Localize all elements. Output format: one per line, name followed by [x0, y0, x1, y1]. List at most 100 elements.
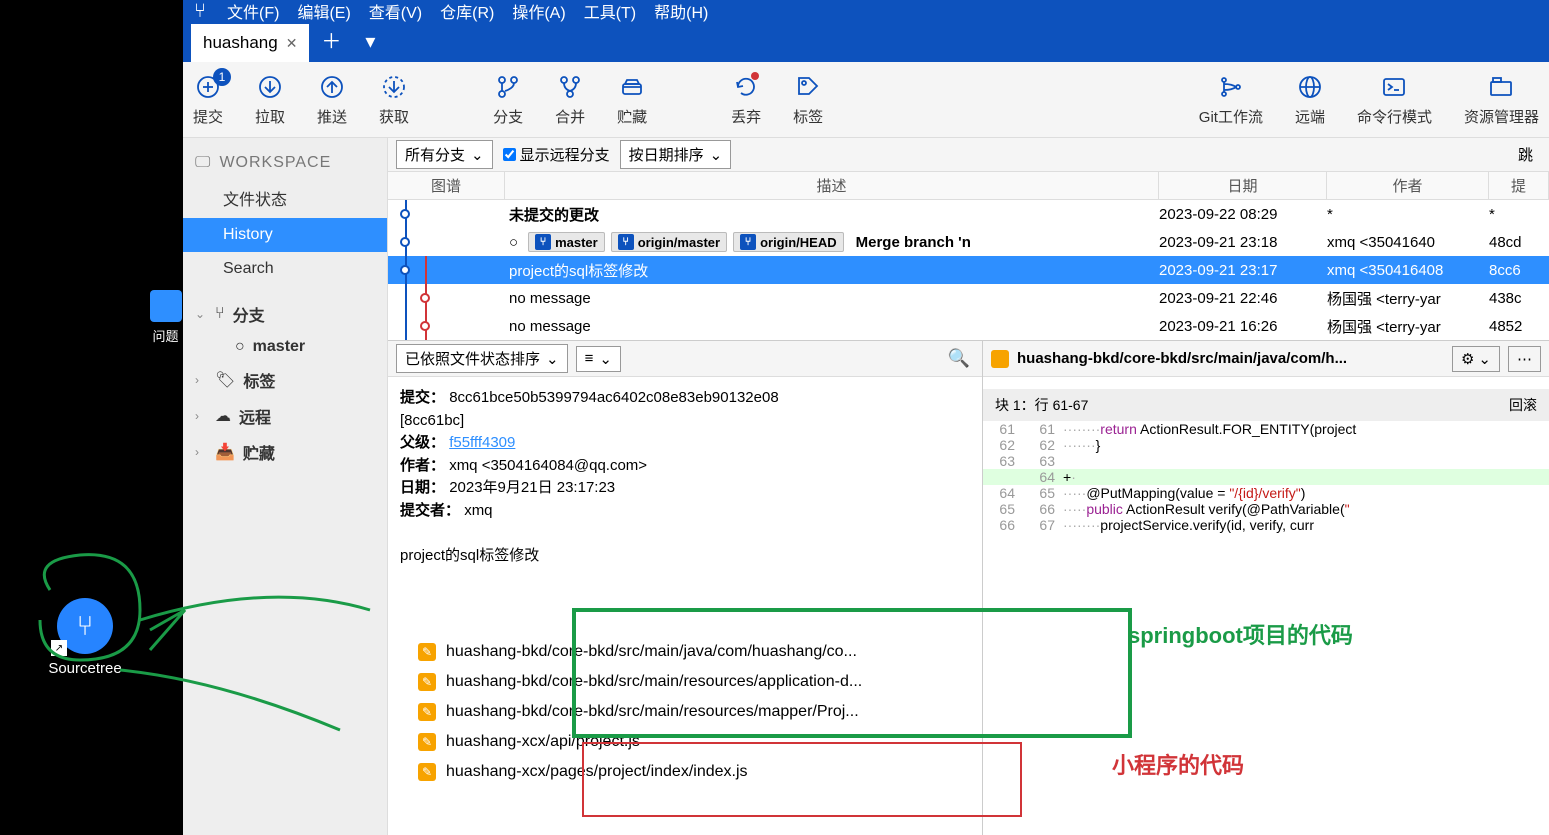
- menu-help[interactable]: 帮助(H): [654, 0, 708, 23]
- sourcetree-logo-icon: ⑂↗: [57, 598, 113, 654]
- file-item[interactable]: ✎huashang-xcx/api/project.js: [388, 727, 982, 757]
- pull-button[interactable]: 拉取: [255, 72, 285, 127]
- sidebar-branches[interactable]: ⌄ ⑂ 分支: [183, 296, 387, 332]
- file-item[interactable]: ✎huashang-bkd/core-bkd/src/main/resource…: [388, 697, 982, 727]
- col-commit[interactable]: 提: [1489, 172, 1549, 199]
- tab-bar: huashang ✕ ＋ ▾: [183, 22, 1549, 62]
- toolbar: 1 提交 拉取 推送 获取 分支 合并 贮藏: [183, 62, 1549, 138]
- diff-header: huashang-bkd/core-bkd/src/main/java/com/…: [983, 341, 1549, 377]
- menu-file[interactable]: 文件(F): [227, 0, 279, 23]
- sidebar-item-history[interactable]: History: [183, 218, 387, 252]
- file-item[interactable]: ✎huashang-bkd/core-bkd/src/main/resource…: [388, 667, 982, 697]
- chevron-right-icon: ›: [195, 409, 207, 423]
- discard-button[interactable]: 丢弃: [731, 72, 761, 127]
- commit-row[interactable]: no message2023-09-21 22:46杨国强 <terry-yar…: [388, 284, 1549, 312]
- sidebar: 🖵 WORKSPACE 文件状态 History Search ⌄ ⑂ 分支 ○…: [183, 138, 388, 835]
- tag-button[interactable]: 标签: [793, 72, 823, 127]
- commit-list[interactable]: 未提交的更改2023-09-22 08:29**○⑂master⑂origin/…: [388, 200, 1549, 340]
- chevron-right-icon: ›: [195, 373, 207, 387]
- fetch-button[interactable]: 获取: [379, 72, 409, 127]
- titlebar: ⑂ 文件(F) 编辑(E) 查看(V) 仓库(R) 操作(A) 工具(T) 帮助…: [183, 0, 1549, 22]
- file-modified-icon: ✎: [418, 733, 436, 751]
- filter-bar: 所有分支⌄ 显示远程分支 按日期排序⌄ 跳: [388, 138, 1549, 172]
- terminal-button[interactable]: 命令行模式: [1357, 72, 1432, 127]
- col-date[interactable]: 日期: [1159, 172, 1327, 199]
- terminal-icon: [1379, 72, 1409, 102]
- commit-row[interactable]: ○⑂master⑂origin/master⑂origin/HEAD Merge…: [388, 228, 1549, 256]
- desktop-icon-sourcetree[interactable]: ⑂↗ Sourcetree: [40, 598, 130, 677]
- sidebar-branch-master[interactable]: ○ master: [183, 332, 387, 362]
- sidebar-remotes[interactable]: › ☁ 远程: [183, 398, 387, 434]
- branch-icon: [493, 72, 523, 102]
- diff-more-button[interactable]: ⋯: [1508, 346, 1541, 372]
- sidebar-tags[interactable]: › 🏷 标签: [183, 362, 387, 398]
- col-graph[interactable]: 图谱: [388, 172, 505, 199]
- stash-icon: [617, 72, 647, 102]
- col-desc[interactable]: 描述: [505, 172, 1159, 199]
- branch-filter-dropdown[interactable]: 所有分支⌄: [396, 140, 493, 169]
- branch-button[interactable]: 分支: [493, 72, 523, 127]
- gitflow-button[interactable]: Git工作流: [1199, 72, 1263, 127]
- diff-settings-button[interactable]: ⚙ ⌄: [1452, 346, 1500, 372]
- commit-row[interactable]: no message2023-09-21 16:26杨国强 <terry-yar…: [388, 312, 1549, 340]
- annotation-springboot: springboot项目的代码: [1128, 618, 1353, 650]
- discard-icon: [731, 72, 761, 102]
- explorer-icon: [1486, 72, 1516, 102]
- close-icon[interactable]: ✕: [286, 35, 298, 52]
- sidebar-workspace-header: 🖵 WORKSPACE: [183, 148, 387, 178]
- commit-table-header: 图谱 描述 日期 作者 提: [388, 172, 1549, 200]
- desktop-icon-issue[interactable]: 问题: [148, 290, 183, 390]
- jump-button[interactable]: 跳: [1510, 141, 1541, 168]
- file-modified-icon: ✎: [418, 673, 436, 691]
- merge-icon: [555, 72, 585, 102]
- tag-icon: 🏷: [215, 370, 235, 390]
- sourcetree-icon: ⑂: [188, 0, 212, 22]
- menu-tools[interactable]: 工具(T): [584, 0, 636, 23]
- merge-button[interactable]: 合并: [555, 72, 585, 127]
- file-item[interactable]: ✎huashang-bkd/core-bkd/src/main/java/com…: [388, 637, 982, 667]
- tag-icon: [793, 72, 823, 102]
- file-list: ✎huashang-bkd/core-bkd/src/main/java/com…: [388, 577, 982, 835]
- push-icon: [317, 72, 347, 102]
- diff-file-path: huashang-bkd/core-bkd/src/main/java/com/…: [1017, 350, 1444, 367]
- commit-button[interactable]: 1 提交: [193, 72, 223, 127]
- remote-button[interactable]: 远端: [1295, 72, 1325, 127]
- explorer-button[interactable]: 资源管理器: [1464, 72, 1539, 127]
- commit-row[interactable]: 未提交的更改2023-09-22 08:29**: [388, 200, 1549, 228]
- revert-hunk-button[interactable]: 回滚: [1509, 395, 1537, 415]
- menu-view[interactable]: 查看(V): [369, 0, 422, 23]
- monitor-icon: 🖵: [195, 154, 211, 172]
- hunk-header: 块 1：行 61-67 回滚: [983, 377, 1549, 421]
- commit-info: 提交： 8cc61bce50b5399794ac6402c08e83eb9013…: [388, 377, 982, 577]
- sidebar-stashes[interactable]: › 📥 贮藏: [183, 434, 387, 470]
- tab-huashang[interactable]: huashang ✕: [191, 24, 309, 62]
- stash-icon: 📥: [215, 442, 235, 462]
- show-remote-checkbox[interactable]: 显示远程分支: [503, 144, 610, 165]
- sort-dropdown[interactable]: 按日期排序⌄: [620, 140, 732, 169]
- file-item[interactable]: ✎huashang-xcx/pages/project/index/index.…: [388, 757, 982, 787]
- file-modified-icon: ✎: [418, 763, 436, 781]
- add-tab-button[interactable]: ＋: [309, 17, 353, 62]
- search-icon[interactable]: 🔍: [944, 344, 974, 373]
- commit-row[interactable]: project的sql标签修改2023-09-21 23:17xmq <3504…: [388, 256, 1549, 284]
- file-modified-icon: [991, 350, 1009, 368]
- tab-menu-button[interactable]: ▾: [353, 21, 387, 62]
- pull-icon: [255, 72, 285, 102]
- view-mode-dropdown[interactable]: ≡ ⌄: [576, 346, 621, 372]
- fetch-icon: [379, 72, 409, 102]
- parent-link[interactable]: f55fff4309: [449, 434, 515, 451]
- annotation-miniprogram: 小程序的代码: [1112, 748, 1244, 780]
- details-toolbar: 已依照文件状态排序⌄ ≡ ⌄ 🔍: [388, 341, 982, 377]
- sidebar-item-filestatus[interactable]: 文件状态: [183, 178, 387, 218]
- chevron-down-icon: ⌄: [195, 307, 207, 321]
- menu-action[interactable]: 操作(A): [512, 0, 565, 23]
- push-button[interactable]: 推送: [317, 72, 347, 127]
- file-modified-icon: ✎: [418, 643, 436, 661]
- col-author[interactable]: 作者: [1327, 172, 1489, 199]
- menu-repo[interactable]: 仓库(R): [440, 0, 494, 23]
- stash-button[interactable]: 贮藏: [617, 72, 647, 127]
- file-modified-icon: ✎: [418, 703, 436, 721]
- file-sort-dropdown[interactable]: 已依照文件状态排序⌄: [396, 344, 568, 373]
- gitflow-icon: [1216, 72, 1246, 102]
- sidebar-item-search[interactable]: Search: [183, 252, 387, 286]
